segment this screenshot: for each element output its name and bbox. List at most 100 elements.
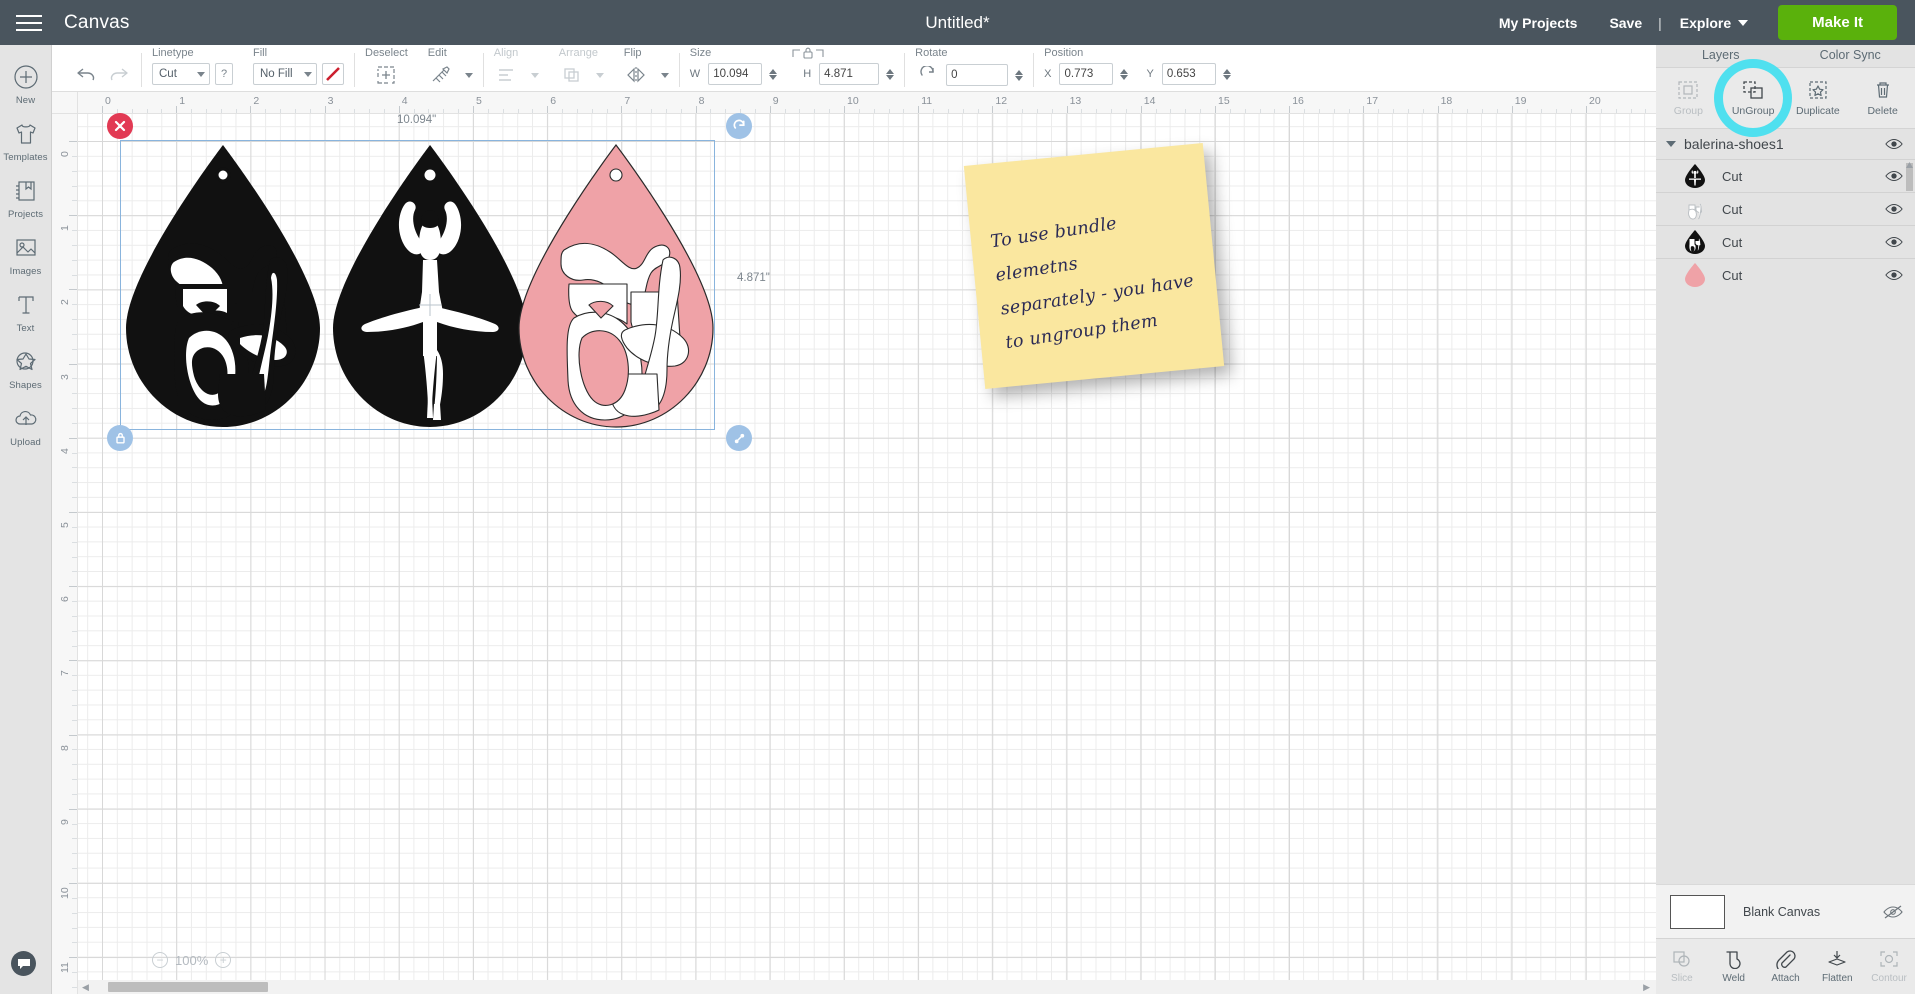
eye-icon[interactable] xyxy=(1885,235,1903,249)
earring-shape-black-shoes[interactable] xyxy=(124,142,322,430)
delete-selection-handle[interactable] xyxy=(107,113,133,139)
canvas-area[interactable]: 0123456789101112131415161718192021 01234… xyxy=(52,92,1656,994)
ruler-submark-h xyxy=(428,109,430,113)
ruler-submark-h xyxy=(205,109,207,113)
ruler-tick-h: 0 xyxy=(105,95,111,107)
ruler-tick-v: 7 xyxy=(59,670,71,677)
eye-icon[interactable] xyxy=(1885,202,1903,216)
ruler-submark-h xyxy=(1422,109,1424,113)
width-stepper[interactable] xyxy=(769,68,778,80)
duplicate-button[interactable]: Duplicate xyxy=(1786,68,1851,128)
tab-layers[interactable]: Layers xyxy=(1656,45,1786,67)
scroll-left-arrow-icon[interactable]: ◀ xyxy=(82,982,89,993)
chevron-down-icon[interactable] xyxy=(530,72,539,78)
sidebar-item-new[interactable]: New xyxy=(0,55,52,112)
canvas-color-swatch[interactable] xyxy=(1670,894,1725,929)
ruler-mark-h xyxy=(621,106,623,113)
chevron-down-icon[interactable] xyxy=(660,72,669,78)
stack-layers-icon[interactable] xyxy=(559,63,585,87)
layer-group-row[interactable]: balerina-shoes1 xyxy=(1656,129,1915,159)
sidebar-item-templates[interactable]: Templates xyxy=(0,112,52,169)
chat-bubble-icon[interactable] xyxy=(11,951,36,976)
flatten-button[interactable]: Flatten xyxy=(1811,939,1863,994)
aspect-lock-toggle[interactable] xyxy=(791,45,825,61)
ruler-submark-h xyxy=(1036,109,1038,113)
eye-icon[interactable] xyxy=(1885,169,1903,183)
position-x-value: 0.773 xyxy=(1064,68,1094,80)
chevron-down-icon[interactable] xyxy=(464,72,473,78)
ruler-submark-h xyxy=(591,109,593,113)
width-input[interactable]: 10.094 xyxy=(708,63,763,85)
height-input[interactable]: 4.871 xyxy=(819,63,880,85)
tab-color-sync[interactable]: Color Sync xyxy=(1786,45,1915,67)
ruler-submark-v xyxy=(72,823,77,825)
slice-button[interactable]: Slice xyxy=(1656,939,1708,994)
position-x-input[interactable]: 0.773 xyxy=(1059,63,1114,85)
ruler-submark-h xyxy=(903,109,905,113)
rotate-stepper[interactable] xyxy=(1015,69,1024,81)
linetype-select[interactable]: Cut xyxy=(152,63,210,85)
fill-select[interactable]: No Fill xyxy=(253,63,317,85)
ungroup-button[interactable]: UnGroup xyxy=(1714,59,1793,137)
make-it-button[interactable]: Make It xyxy=(1778,5,1897,40)
group-button[interactable]: Group xyxy=(1656,68,1721,128)
rotate-value: 0 xyxy=(951,69,958,81)
hamburger-menu-icon[interactable] xyxy=(0,14,58,31)
size-group: Size W 10.094 H 4.871 xyxy=(680,44,904,91)
no-fill-swatch[interactable] xyxy=(322,63,344,85)
sidebar-item-upload[interactable]: Upload xyxy=(0,397,52,454)
ruler-submark-v xyxy=(72,230,77,232)
ruler-mark-h xyxy=(1363,106,1365,113)
weld-button[interactable]: Weld xyxy=(1708,939,1760,994)
attach-button[interactable]: Attach xyxy=(1760,939,1812,994)
dashed-plus-icon[interactable] xyxy=(373,63,399,87)
ruler-submark-h xyxy=(1111,109,1113,113)
redo-arrow-icon[interactable] xyxy=(105,63,131,87)
minus-circle-icon[interactable]: − xyxy=(152,952,168,968)
earring-shape-pink-shoes[interactable] xyxy=(517,142,715,430)
explore-dropdown[interactable]: Explore xyxy=(1662,15,1762,31)
ruler-submark-h xyxy=(1348,109,1350,113)
table-row[interactable]: Cut xyxy=(1656,192,1915,225)
sticky-note-text: To use bundle elemetns separately - you … xyxy=(988,194,1221,361)
ruler-submark-v xyxy=(72,170,77,172)
layers-scroll-up-arrow[interactable] xyxy=(1906,157,1913,168)
contour-button[interactable]: Contour xyxy=(1863,939,1915,994)
edit-scissors-icon[interactable] xyxy=(428,63,454,87)
chevron-down-icon[interactable] xyxy=(1666,141,1676,147)
table-row[interactable]: Cut xyxy=(1656,159,1915,192)
ruler-mark-h xyxy=(473,106,474,113)
flip-horizontal-icon[interactable] xyxy=(624,63,650,87)
save-button[interactable]: Save xyxy=(1593,15,1658,31)
rotate-input[interactable]: 0 xyxy=(946,64,1009,86)
delete-button[interactable]: Delete xyxy=(1850,68,1915,128)
earring-shape-black-ballerina[interactable] xyxy=(331,142,529,430)
eye-off-icon[interactable] xyxy=(1883,904,1903,919)
sidebar-item-images[interactable]: Images xyxy=(0,226,52,283)
eye-icon[interactable] xyxy=(1885,268,1903,282)
chevron-down-icon[interactable] xyxy=(595,72,604,78)
blank-canvas-row[interactable]: Blank Canvas xyxy=(1656,884,1915,938)
horizontal-scrollbar[interactable]: ◀ ▶ xyxy=(78,980,1656,994)
my-projects-link[interactable]: My Projects xyxy=(1483,15,1594,31)
table-row[interactable]: Cut xyxy=(1656,258,1915,291)
table-row[interactable]: Cut xyxy=(1656,225,1915,258)
scroll-right-arrow-icon[interactable]: ▶ xyxy=(1643,982,1650,993)
align-lines-icon[interactable] xyxy=(494,63,520,87)
sidebar-item-projects[interactable]: Projects xyxy=(0,169,52,226)
sidebar-item-shapes[interactable]: Shapes xyxy=(0,340,52,397)
ruler-submark-v xyxy=(72,927,77,929)
eye-icon[interactable] xyxy=(1885,137,1903,151)
layer-label: Cut xyxy=(1722,201,1743,217)
plus-circle-icon[interactable]: + xyxy=(215,952,232,968)
position-y-stepper[interactable] xyxy=(1222,68,1231,80)
position-x-stepper[interactable] xyxy=(1120,68,1129,80)
position-y-input[interactable]: 0.653 xyxy=(1161,63,1216,85)
rotate-selection-handle[interactable] xyxy=(726,113,752,139)
height-stepper[interactable] xyxy=(886,68,895,80)
sidebar-item-text[interactable]: Text xyxy=(0,283,52,340)
linetype-help-button[interactable]: ? xyxy=(215,63,233,85)
horizontal-scroll-thumb[interactable] xyxy=(108,982,268,992)
resize-selection-handle[interactable] xyxy=(726,425,752,451)
undo-arrow-icon[interactable] xyxy=(74,63,100,87)
